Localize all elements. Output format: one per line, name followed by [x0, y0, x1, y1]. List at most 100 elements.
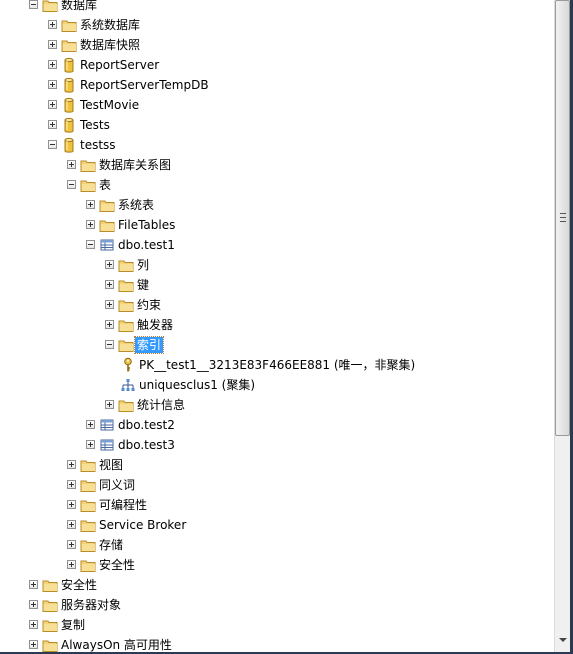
scrollbar-thumb[interactable]	[555, 0, 570, 436]
expand-icon[interactable]	[105, 320, 114, 329]
scroll-down-arrow-icon[interactable]	[555, 632, 570, 650]
tree-node-label[interactable]: dbo.test1	[116, 237, 177, 253]
tree-node-label[interactable]: 数据库	[59, 0, 99, 13]
collapse-icon[interactable]	[48, 140, 57, 149]
tree-node[interactable]: 系统数据库	[0, 15, 554, 35]
collapse-icon[interactable]	[29, 0, 38, 9]
tree-node[interactable]: ReportServer	[0, 55, 554, 75]
expand-icon[interactable]	[67, 480, 76, 489]
tree-node[interactable]: TestMovie	[0, 95, 554, 115]
tree-node[interactable]: PK__test1__3213E83F466EE881 (唯一，非聚集)	[0, 355, 554, 375]
tree-node-label[interactable]: 安全性	[97, 557, 137, 573]
tree-node[interactable]: dbo.test2	[0, 415, 554, 435]
tree-node[interactable]: 复制	[0, 615, 554, 635]
tree-node-label[interactable]: 索引	[133, 336, 165, 354]
tree-node[interactable]: 统计信息	[0, 395, 554, 415]
collapse-icon[interactable]	[86, 240, 95, 249]
tree-node[interactable]: 视图	[0, 455, 554, 475]
expand-icon[interactable]	[86, 440, 95, 449]
tree-node[interactable]: FileTables	[0, 215, 554, 235]
expand-icon[interactable]	[48, 100, 57, 109]
tree-node-label[interactable]: Tests	[78, 117, 112, 133]
tree-node[interactable]: 表	[0, 175, 554, 195]
tree-node-label[interactable]: PK__test1__3213E83F466EE881 (唯一，非聚集)	[137, 357, 417, 373]
expand-icon[interactable]	[48, 20, 57, 29]
tree-node[interactable]: AlwaysOn 高可用性	[0, 635, 554, 652]
tree-node[interactable]: Tests	[0, 115, 554, 135]
expand-icon[interactable]	[86, 220, 95, 229]
expand-icon[interactable]	[105, 260, 114, 269]
tree-node-label[interactable]: AlwaysOn 高可用性	[59, 637, 174, 652]
tree-node[interactable]: 安全性	[0, 575, 554, 595]
tree-node[interactable]: 同义词	[0, 475, 554, 495]
expand-icon[interactable]	[86, 420, 95, 429]
tree-node-label[interactable]: 同义词	[97, 477, 137, 493]
tree-node[interactable]: dbo.test1	[0, 235, 554, 255]
tree-node-label[interactable]: testss	[78, 137, 118, 153]
expand-icon[interactable]	[67, 460, 76, 469]
tree-node-label[interactable]: 数据库关系图	[97, 157, 173, 173]
tree-node[interactable]: 安全性	[0, 555, 554, 575]
expand-icon[interactable]	[105, 280, 114, 289]
expand-icon[interactable]	[105, 400, 114, 409]
expand-icon[interactable]	[67, 500, 76, 509]
expand-icon[interactable]	[29, 600, 38, 609]
expand-icon[interactable]	[48, 120, 57, 129]
tree-node-label[interactable]: uniquesclus1 (聚集)	[137, 377, 257, 393]
tree-node[interactable]: 存储	[0, 535, 554, 555]
tree-node[interactable]: 索引	[0, 335, 554, 355]
tree-node[interactable]: 数据库	[0, 0, 554, 15]
expand-icon[interactable]	[105, 300, 114, 309]
tree-node-label[interactable]: 数据库快照	[78, 37, 142, 53]
tree-node-label[interactable]: 可编程性	[97, 497, 149, 513]
tree-node-label[interactable]: 安全性	[59, 577, 99, 593]
tree-node-label[interactable]: dbo.test2	[116, 417, 177, 433]
tree-node-label[interactable]: 服务器对象	[59, 597, 123, 613]
tree-node[interactable]: ReportServerTempDB	[0, 75, 554, 95]
tree-node-label[interactable]: 表	[97, 177, 113, 193]
tree-node-label[interactable]: 约束	[135, 297, 163, 313]
tree-node[interactable]: 约束	[0, 295, 554, 315]
tree-node[interactable]: uniquesclus1 (聚集)	[0, 375, 554, 395]
expand-icon[interactable]	[86, 200, 95, 209]
tree-node[interactable]: dbo.test3	[0, 435, 554, 455]
expand-icon[interactable]	[48, 40, 57, 49]
tree-node[interactable]: 列	[0, 255, 554, 275]
collapse-icon[interactable]	[67, 180, 76, 189]
tree-node-label[interactable]: ReportServerTempDB	[78, 77, 211, 93]
tree-node-label[interactable]: 键	[135, 277, 151, 293]
tree-node[interactable]: 数据库快照	[0, 35, 554, 55]
expand-icon[interactable]	[67, 540, 76, 549]
expand-icon[interactable]	[67, 560, 76, 569]
tree-node[interactable]: 服务器对象	[0, 595, 554, 615]
tree-node[interactable]: 数据库关系图	[0, 155, 554, 175]
tree-node-label[interactable]: TestMovie	[78, 97, 141, 113]
expand-icon[interactable]	[67, 160, 76, 169]
tree-node-label[interactable]: ReportServer	[78, 57, 161, 73]
tree-node-label[interactable]: dbo.test3	[116, 437, 177, 453]
tree-node[interactable]: 键	[0, 275, 554, 295]
tree-node[interactable]: 系统表	[0, 195, 554, 215]
expand-icon[interactable]	[48, 80, 57, 89]
tree-node-label[interactable]: FileTables	[116, 217, 177, 233]
expand-icon[interactable]	[48, 60, 57, 69]
collapse-icon[interactable]	[105, 340, 114, 349]
tree-node-label[interactable]: 列	[135, 257, 151, 273]
tree-node-label[interactable]: 复制	[59, 617, 87, 633]
expand-icon[interactable]	[29, 620, 38, 629]
tree-node-label[interactable]: Service Broker	[97, 517, 188, 533]
expand-icon[interactable]	[67, 520, 76, 529]
tree-node-label[interactable]: 系统数据库	[78, 17, 142, 33]
tree-node-label[interactable]: 系统表	[116, 197, 156, 213]
tree-node-label[interactable]: 存储	[97, 537, 125, 553]
tree-node-label[interactable]: 触发器	[135, 317, 175, 333]
tree-node[interactable]: Service Broker	[0, 515, 554, 535]
tree-node[interactable]: 可编程性	[0, 495, 554, 515]
expand-icon[interactable]	[29, 580, 38, 589]
tree-node-label[interactable]: 视图	[97, 457, 125, 473]
tree-node[interactable]: 触发器	[0, 315, 554, 335]
tree-node[interactable]: testss	[0, 135, 554, 155]
tree-node-label[interactable]: 统计信息	[135, 397, 187, 413]
expand-icon[interactable]	[29, 640, 38, 649]
vertical-scrollbar[interactable]	[554, 0, 570, 652]
